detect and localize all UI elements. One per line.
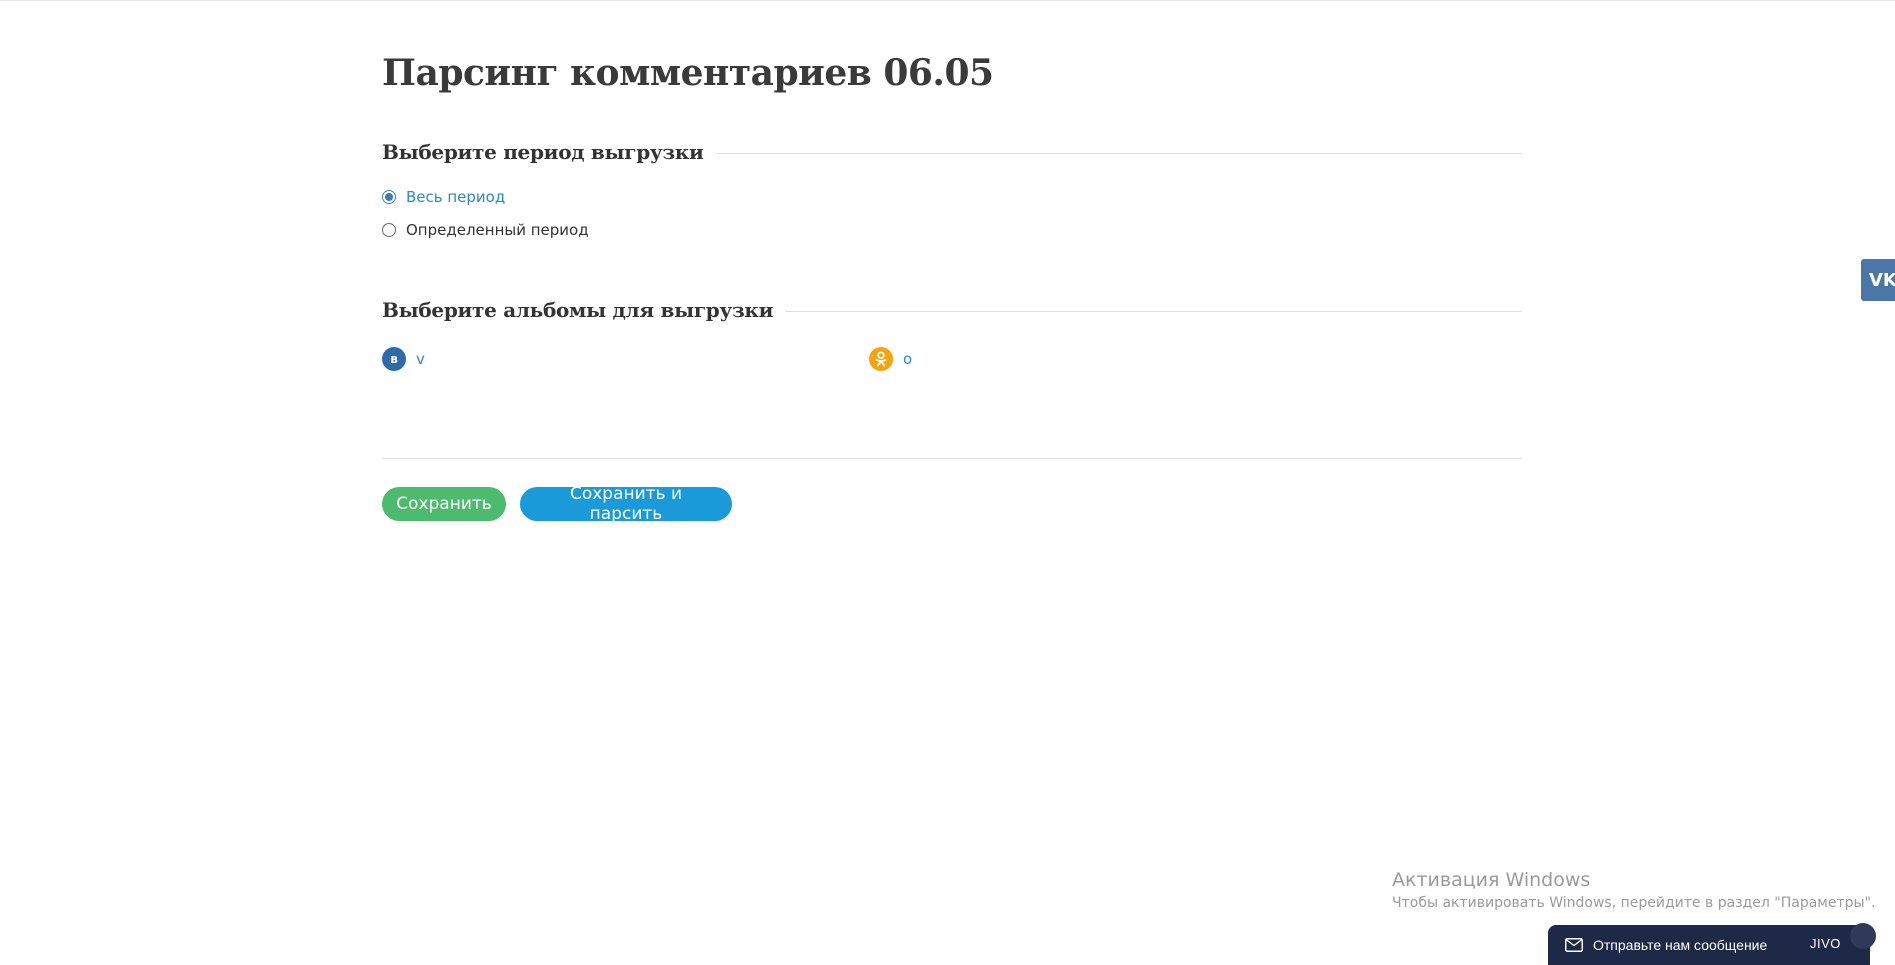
radio-button-checked[interactable] [382,190,396,204]
album-vk[interactable]: в v [382,347,425,371]
envelope-icon [1565,938,1583,952]
jivo-logo: JIVO [1810,936,1841,951]
top-border [0,0,1895,1]
page-title: Парсинг комментариев 06.05 [382,52,994,94]
section-divider [715,152,1522,154]
radio-specific-period[interactable]: Определенный период [382,221,589,239]
form-divider [382,458,1522,459]
odnoklassniki-icon [869,347,893,371]
album-vk-label[interactable]: v [416,350,425,368]
period-section-title: Выберите период выгрузки [382,140,704,164]
vk-logo-icon: VK [1869,269,1895,291]
radio-label-all-period: Весь период [406,188,506,206]
radio-all-period[interactable]: Весь период [382,188,505,206]
chat-widget[interactable]: Отправьте нам сообщение JIVO [1548,923,1876,965]
section-divider [785,310,1522,312]
period-section-header: Выберите период выгрузки [382,140,1522,164]
windows-activation-title: Активация Windows [1392,869,1591,891]
chat-avatar [1850,923,1876,949]
windows-activation-subtitle: Чтобы активировать Windows, перейдите в … [1392,895,1876,911]
album-ok-label[interactable]: o [903,350,912,368]
chat-message-text: Отправьте нам сообщение [1593,937,1768,953]
radio-button-unchecked[interactable] [382,223,396,237]
save-button[interactable]: Сохранить [382,487,506,521]
radio-label-specific-period: Определенный период [406,221,589,239]
vk-side-widget[interactable]: VK [1861,259,1895,301]
vk-badge-icon: в [382,347,406,371]
album-ok[interactable]: o [869,347,912,371]
save-and-parse-button[interactable]: Сохранить и парсить [520,484,732,524]
windows-activation-watermark: Активация Windows Чтобы активировать Win… [1392,869,1875,911]
albums-section-title: Выберите альбомы для выгрузки [382,298,774,322]
albums-section-header: Выберите альбомы для выгрузки [382,298,1522,322]
